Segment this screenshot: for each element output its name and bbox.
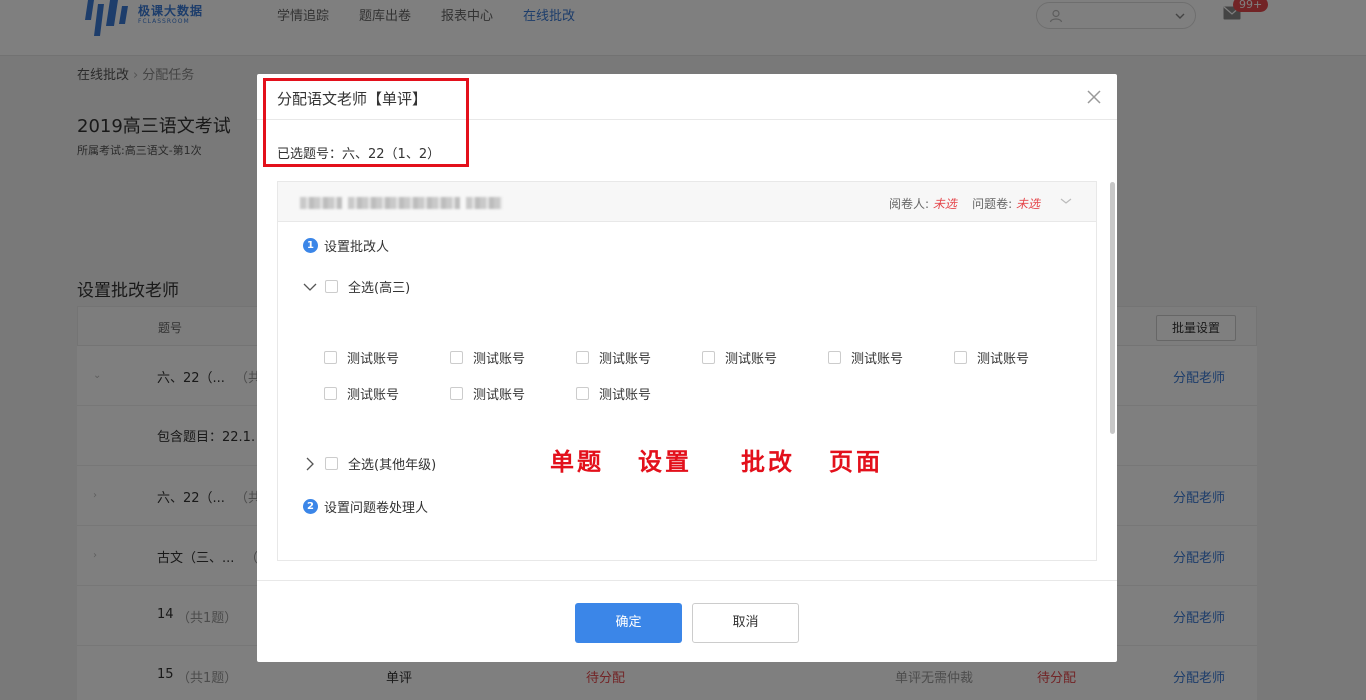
confirm-button[interactable]: 确定 — [575, 603, 682, 643]
cancel-button[interactable]: 取消 — [692, 603, 799, 643]
account-option[interactable]: 测试账号 — [450, 348, 525, 367]
modal-footer: 确定 取消 — [257, 580, 1117, 662]
select-all-checkbox[interactable] — [325, 280, 338, 293]
account-label: 测试账号 — [473, 388, 526, 403]
account-option[interactable]: 测试账号 — [576, 348, 651, 367]
account-checkbox[interactable] — [450, 387, 463, 400]
account-option[interactable]: 测试账号 — [324, 384, 399, 403]
account-checkbox[interactable] — [828, 351, 841, 364]
account-checkbox[interactable] — [324, 387, 337, 400]
blurred-text — [348, 197, 460, 209]
annotation-word: 页面 — [829, 448, 883, 476]
account-label: 测试账号 — [599, 352, 652, 367]
chevron-down-icon[interactable] — [1060, 197, 1072, 205]
account-checkbox[interactable] — [324, 351, 337, 364]
account-label: 测试账号 — [347, 388, 400, 403]
account-option[interactable]: 测试账号 — [828, 348, 903, 367]
blurred-text — [300, 197, 342, 209]
account-label: 测试账号 — [725, 352, 778, 367]
reader-label: 阅卷人: — [888, 197, 929, 211]
step-set-grader: 1 设置批改人 — [303, 236, 389, 255]
account-label: 测试账号 — [599, 388, 652, 403]
group-label: 全选(高三) — [348, 281, 411, 296]
chevron-down-icon[interactable] — [303, 282, 317, 292]
account-checkbox[interactable] — [450, 351, 463, 364]
select-all-checkbox[interactable] — [325, 457, 338, 470]
scrollbar[interactable] — [1110, 182, 1115, 434]
account-checkbox[interactable] — [954, 351, 967, 364]
problem-value: 未选 — [1015, 197, 1040, 211]
annotation-word: 单题 — [550, 448, 604, 476]
step-label: 设置问题卷处理人 — [324, 501, 429, 516]
account-checkbox[interactable] — [576, 387, 589, 400]
account-label: 测试账号 — [347, 352, 400, 367]
account-option[interactable]: 测试账号 — [954, 348, 1029, 367]
account-checkbox[interactable] — [576, 351, 589, 364]
reader-value: 未选 — [932, 197, 957, 211]
group-other-grades: 全选(其他年级) — [303, 454, 436, 473]
highlight-box — [263, 78, 469, 167]
assign-panel: 阅卷人: 未选 问题卷: 未选 1 设置批改人 全选(高三) 测试账号 测试账号… — [277, 181, 1097, 561]
step-number: 1 — [303, 238, 318, 253]
account-label: 测试账号 — [851, 352, 904, 367]
step-set-problem-handler: 2 设置问题卷处理人 — [303, 497, 428, 516]
account-label: 测试账号 — [977, 352, 1030, 367]
account-option[interactable]: 测试账号 — [702, 348, 777, 367]
step-label: 设置批改人 — [324, 240, 390, 255]
group-label: 全选(其他年级) — [348, 458, 437, 473]
assign-status: 阅卷人: 未选 问题卷: 未选 — [889, 195, 1040, 212]
step-number: 2 — [303, 499, 318, 514]
chevron-right-icon[interactable] — [303, 457, 317, 471]
blurred-text — [466, 197, 502, 209]
annotation-word: 设置 — [638, 448, 692, 476]
close-icon[interactable] — [1087, 90, 1101, 104]
account-option[interactable]: 测试账号 — [576, 384, 651, 403]
panel-header[interactable]: 阅卷人: 未选 问题卷: 未选 — [278, 182, 1096, 222]
account-checkbox[interactable] — [702, 351, 715, 364]
account-label: 测试账号 — [473, 352, 526, 367]
problem-label: 问题卷: — [972, 197, 1013, 211]
account-option[interactable]: 测试账号 — [324, 348, 399, 367]
assign-teacher-modal: 分配语文老师【单评】 已选题号：六、22（1、2） 阅卷人: 未选 问题卷: 未… — [257, 74, 1117, 662]
annotation-word: 批改 — [741, 448, 795, 476]
group-senior3: 全选(高三) — [303, 277, 410, 296]
account-option[interactable]: 测试账号 — [450, 384, 525, 403]
